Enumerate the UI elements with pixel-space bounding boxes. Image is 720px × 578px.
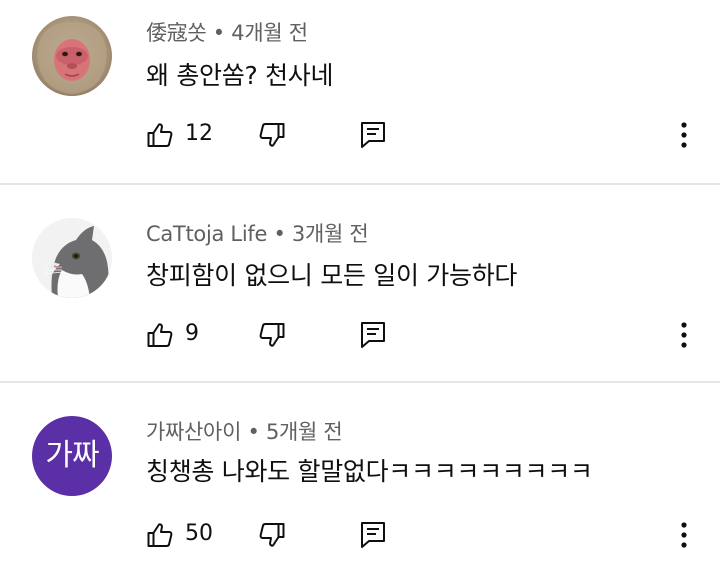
like-button[interactable] (146, 321, 174, 349)
comment-author[interactable]: 倭寇쏫 (146, 21, 207, 45)
comment-time[interactable]: 3개월 전 (292, 222, 369, 246)
comment-text: 창피함이 없으니 모든 일이 가능하다 (146, 261, 518, 290)
more-vert-icon (681, 322, 687, 348)
meta-separator: • (241, 420, 266, 444)
comment-meta: CaTtoja Life • 3개월 전 (146, 218, 369, 248)
dislike-button[interactable] (258, 521, 286, 549)
dislike-button[interactable] (258, 121, 286, 149)
divider (0, 381, 720, 383)
comment-author[interactable]: CaTtoja Life (146, 222, 267, 246)
comment-author[interactable]: 가짜산아이 (146, 420, 241, 444)
more-vert-icon (681, 122, 687, 148)
like-count: 50 (185, 521, 213, 546)
like-count: 12 (185, 121, 213, 146)
thumbs-down-icon (259, 123, 285, 147)
cat-avatar-image (32, 218, 112, 298)
avatar[interactable] (32, 218, 112, 298)
avatar[interactable]: 가짜 (32, 416, 112, 496)
comment-text: 칭챙총 나와도 할말없다ㅋㅋㅋㅋㅋㅋㅋㅋㅋ (146, 457, 593, 486)
reply-icon (361, 122, 385, 148)
comment-item: 倭寇쏫 • 4개월 전 왜 총안쏨? 천사네 12 (0, 0, 720, 184)
comment-meta: 가짜산아이 • 5개월 전 (146, 416, 343, 446)
dislike-button[interactable] (258, 321, 286, 349)
comment-item: 가짜 가짜산아이 • 5개월 전 칭챙총 나와도 할말없다ㅋㅋㅋㅋㅋㅋㅋㅋㅋ 5… (0, 384, 720, 578)
thumbs-up-icon (147, 123, 173, 147)
comment-time[interactable]: 5개월 전 (266, 420, 343, 444)
avatar[interactable] (32, 16, 112, 96)
monkey-avatar-image (32, 16, 112, 96)
reply-icon (361, 322, 385, 348)
comment-item: CaTtoja Life • 3개월 전 창피함이 없으니 모든 일이 가능하다… (0, 186, 720, 382)
comment-actions: 50 (0, 515, 720, 555)
more-options-button[interactable] (671, 519, 697, 551)
comment-actions: 9 (0, 315, 720, 355)
comment-meta: 倭寇쏫 • 4개월 전 (146, 17, 308, 47)
comment-list: 倭寇쏫 • 4개월 전 왜 총안쏨? 천사네 12 CaTtoja Life •… (0, 0, 720, 578)
reply-button[interactable] (359, 120, 387, 150)
like-button[interactable] (146, 521, 174, 549)
more-options-button[interactable] (671, 119, 697, 151)
meta-separator: • (267, 222, 292, 246)
comment-actions: 12 (0, 115, 720, 155)
thumbs-up-icon (147, 323, 173, 347)
avatar-initials: 가짜 (45, 438, 99, 473)
meta-separator: • (206, 21, 232, 45)
thumbs-up-icon (147, 523, 173, 547)
more-vert-icon (681, 522, 687, 548)
comment-text: 왜 총안쏨? 천사네 (146, 61, 334, 90)
like-count: 9 (185, 321, 199, 346)
thumbs-down-icon (259, 523, 285, 547)
divider (0, 183, 720, 185)
reply-button[interactable] (359, 520, 387, 550)
reply-button[interactable] (359, 320, 387, 350)
like-button[interactable] (146, 121, 174, 149)
reply-icon (361, 522, 385, 548)
thumbs-down-icon (259, 323, 285, 347)
comment-time[interactable]: 4개월 전 (231, 21, 308, 45)
more-options-button[interactable] (671, 319, 697, 351)
